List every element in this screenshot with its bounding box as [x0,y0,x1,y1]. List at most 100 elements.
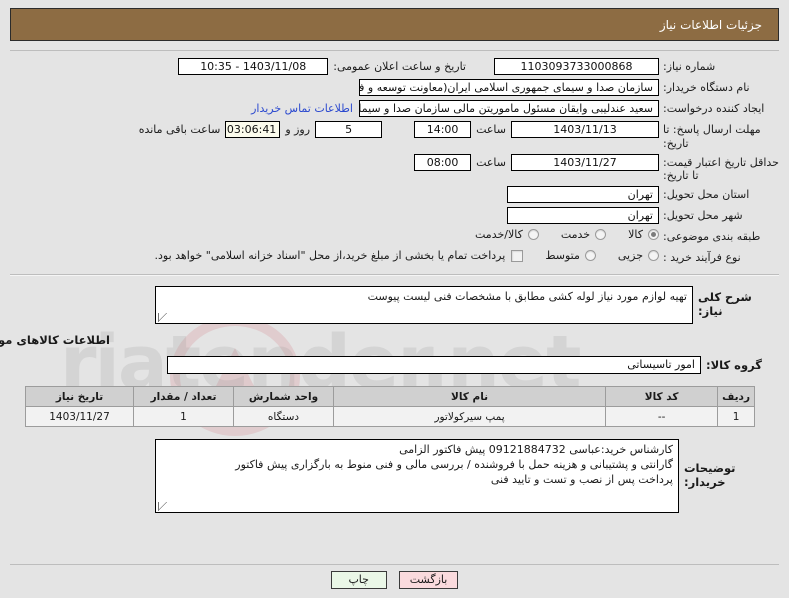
province-label: استان محل تحویل: [663,188,750,201]
col-need-date: تاریخ نیاز [25,386,134,407]
price-validity-date-input[interactable]: 1403/11/27 [511,153,659,171]
row-buyer-org: نام دستگاه خریدار: سازمان صدا و سیمای جم… [10,79,779,97]
cell-row-no: 1 [717,406,755,427]
price-validity-time-label: ساعت [476,155,506,169]
price-validity-time-input[interactable]: 08:00 [414,153,472,171]
radio-icon-jozee[interactable] [648,250,659,261]
city-fields: تهران [10,207,659,224]
row-city: شهر محل تحویل: تهران [10,207,779,225]
window-title-bar: جزئیات اطلاعات نیاز [10,8,779,41]
col-unit: واحد شمارش [233,386,334,407]
row-need-number: شماره نیاز: 1103093733000868 تاریخ و ساع… [10,58,779,76]
radio-label-motavaset: متوسط [545,249,580,262]
requester-fields: سعید عندلیبی وایقان مسئول ماموریتن مالی … [10,100,659,117]
province-fields: تهران [10,186,659,203]
public-announce-label: تاریخ و ساعت اعلان عمومی: [333,60,466,73]
buyer-org-input[interactable]: سازمان صدا و سیمای جمهوری اسلامی ایران(م… [359,79,659,96]
subject-classification-label: طبقه بندی موضوعی: [663,230,761,243]
row-description: شرح کلی نیاز: تهیه لوازم مورد نیاز لوله … [10,286,779,324]
buyer-org-label: نام دستگاه خریدار: [663,81,750,94]
buyer-contact-link[interactable]: اطلاعات تماس خریدار [245,102,359,115]
cell-need-date: 1403/11/27 [25,406,134,427]
price-validity-fields: 1403/11/27 ساعت 08:00 [10,153,659,171]
requester-input[interactable]: سعید عندلیبی وایقان مسئول ماموریتن مالی … [359,100,659,117]
row-goods-group: گروه کالا: امور تاسیساتی [10,356,779,374]
response-deadline-time-input[interactable]: 14:00 [414,121,472,138]
table-row: 1 -- پمپ سیرکولاتور دستگاه 1 1403/11/27 [25,406,755,427]
row-price-validity: حداقل تاریخ اعتبار قیمت: تا تاریخ: 1403/… [10,153,779,184]
row-response-deadline: مهلت ارسال پاسخ: تا تاریخ: 1403/11/13 سا… [10,121,779,151]
col-row-no: ردیف [717,386,755,407]
description-text: تهیه لوازم مورد نیاز لوله کشی مطابق با م… [367,290,687,303]
purchase-process-options: جزیی متوسط پرداخت تمام یا بخشی از مبلغ خ… [10,249,659,262]
radio-label-kala-khedmat: کالا/خدمت [475,228,523,241]
public-announce-input[interactable]: 1403/11/08 - 10:35 [178,58,329,75]
response-deadline-fields: 1403/11/13 ساعت 14:00 5 روز و 03:06:41 س… [10,121,659,138]
col-name: نام کالا [332,386,607,407]
radio-option-kala[interactable]: کالا [628,228,659,241]
col-code: کد کالا [605,386,719,407]
radio-label-kala: کالا [628,228,643,241]
page-root: riatender.net جزئیات اطلاعات نیاز شماره … [0,8,789,598]
cell-name: پمپ سیرکولاتور [332,406,607,427]
goods-group-label: گروه کالا: [706,358,762,372]
row-purchase-process: نوع فرآیند خرید : جزیی متوسط پرداخت تمام… [10,249,779,267]
button-bar: بازگشت چاپ [0,571,789,589]
remaining-days-input[interactable]: 5 [315,121,383,138]
print-button[interactable]: چاپ [330,571,387,589]
row-buyer-notes: توضیحات خریدار: کارشناس خرید:عباسی 09121… [10,439,779,513]
goods-table-wrap: ردیف کد کالا نام کالا واحد شمارش تعداد /… [10,386,779,427]
radio-icon-khedmat[interactable] [595,229,607,240]
goods-section-title: اطلاعات کالاهای مورد نیاز [0,333,110,347]
col-qty: تعداد / مقدار [133,386,234,407]
remaining-countdown-input[interactable]: 03:06:41 [225,121,281,138]
buyer-notes-textarea[interactable]: کارشناس خرید:عباسی 09121884732 پیش فاکتو… [155,439,679,513]
radio-icon-kala-khedmat[interactable] [527,229,539,240]
radio-option-khedmat[interactable]: خدمت [560,228,607,241]
radio-option-motavaset[interactable]: متوسط [545,249,596,262]
row-requester: ایجاد کننده درخواست: سعید عندلیبی وایقان… [10,100,779,118]
buyer-notes-line-1: کارشناس خرید:عباسی 09121884732 پیش فاکتو… [399,443,673,456]
buyer-notes-line-2: گارانتی و پشتیبانی و هزینه حمل با فروشند… [235,457,673,471]
remaining-days-label: روز و [285,123,311,136]
city-input[interactable]: تهران [507,207,659,224]
treasury-bonds-checkbox-group[interactable]: پرداخت تمام یا بخشی از مبلغ خرید،از محل … [155,249,524,262]
radio-option-jozee[interactable]: جزیی [618,249,659,262]
description-textarea[interactable]: تهیه لوازم مورد نیاز لوله کشی مطابق با م… [155,286,693,324]
radio-icon-kala[interactable] [648,229,659,240]
resize-handle-icon[interactable] [158,313,167,322]
radio-label-khedmat: خدمت [560,228,591,241]
response-deadline-label: مهلت ارسال پاسخ: تا تاریخ: [663,123,761,150]
main-form-panel: شماره نیاز: 1103093733000868 تاریخ و ساع… [10,50,779,267]
remaining-countdown-label: ساعت باقی مانده [138,123,221,136]
buyer-notes-line-3: پرداخت پس از نصب و تست و تایید فنی [490,472,673,486]
treasury-bonds-checkbox[interactable] [511,249,524,262]
cell-unit: دستگاه [233,406,334,427]
province-input[interactable]: تهران [507,186,659,203]
divider-2 [10,564,779,565]
back-button[interactable]: بازگشت [398,571,459,589]
description-label: شرح کلی نیاز: [698,290,752,318]
page-title: جزئیات اطلاعات نیاز [659,17,762,32]
cell-code: -- [605,406,719,427]
goods-group-input[interactable]: امور تاسیساتی [167,356,701,374]
buyer-org-fields: سازمان صدا و سیمای جمهوری اسلامی ایران(م… [10,79,659,96]
need-number-input[interactable]: 1103093733000868 [494,58,659,75]
content: جزئیات اطلاعات نیاز شماره نیاز: 11030937… [0,8,789,513]
need-number-fields: 1103093733000868 تاریخ و ساعت اعلان عموم… [10,58,659,75]
resize-handle-icon-notes[interactable] [158,502,167,511]
divider-1 [10,274,779,276]
treasury-bonds-label: پرداخت تمام یا بخشی از مبلغ خرید،از محل … [154,249,506,262]
response-deadline-time-label: ساعت [476,123,506,136]
need-number-label: شماره نیاز: [663,60,716,73]
row-subject-classification: طبقه بندی موضوعی: کالا خدمت کالا/خدمت [10,228,779,246]
row-province: استان محل تحویل: تهران [10,186,779,204]
subject-classification-options: کالا خدمت کالا/خدمت [10,228,659,241]
radio-icon-motavaset[interactable] [584,250,596,261]
cell-qty: 1 [133,406,234,427]
radio-option-kala-khedmat[interactable]: کالا/خدمت [475,228,539,241]
radio-label-jozee: جزیی [617,249,643,262]
price-validity-label: حداقل تاریخ اعتبار قیمت: تا تاریخ: [663,155,779,183]
response-deadline-date-input[interactable]: 1403/11/13 [511,121,659,138]
city-label: شهر محل تحویل: [663,209,743,222]
